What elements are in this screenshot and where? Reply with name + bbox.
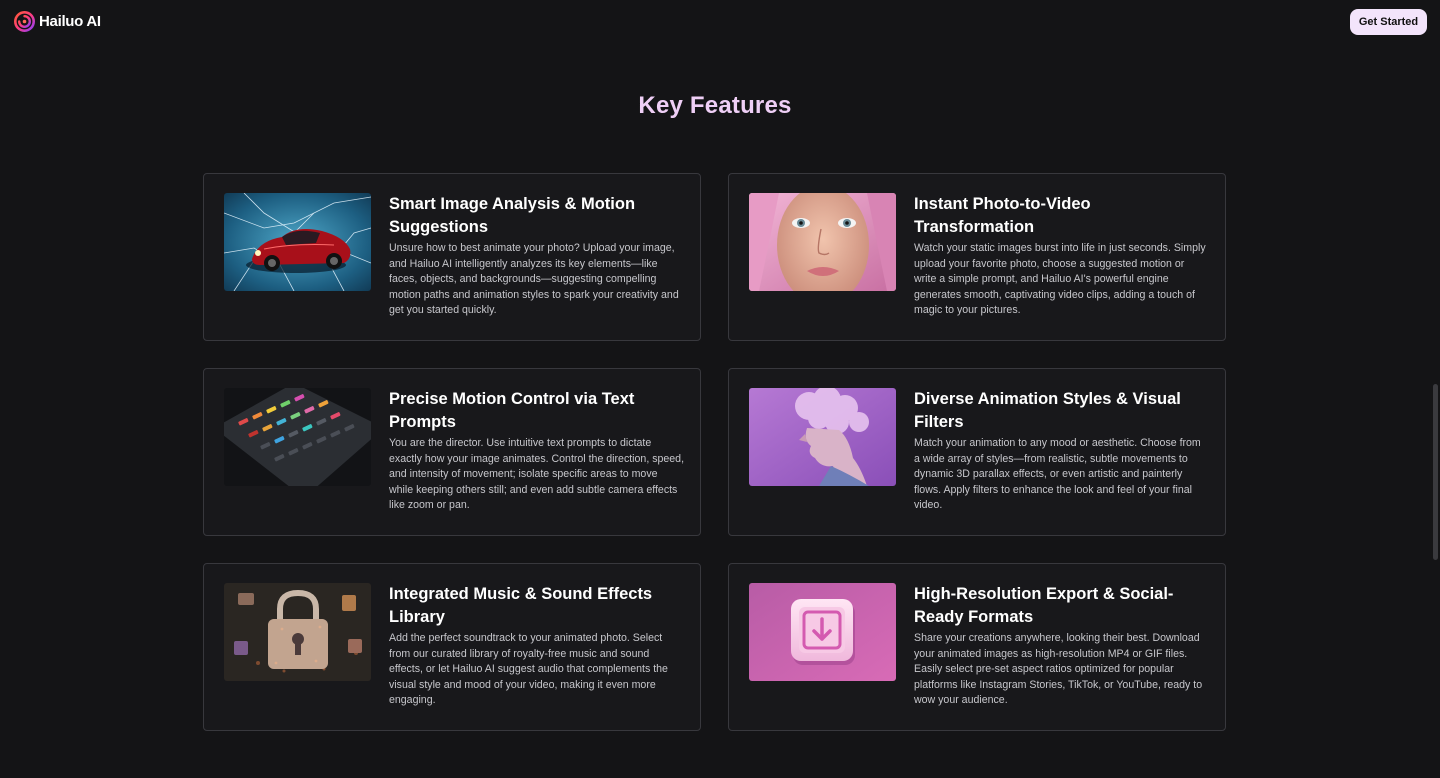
feature-title: Smart Image Analysis & Motion Suggestion… <box>389 195 636 236</box>
feature-image-download-icon <box>749 583 896 681</box>
brand-logo-link[interactable]: Hailuo AI <box>14 11 101 32</box>
feature-title: High-Resolution Export & Social-Ready Fo… <box>914 585 1174 626</box>
feature-image-red-car <box>224 193 371 291</box>
feature-image-padlock <box>224 583 371 681</box>
feature-card-photo-to-video: Instant Photo-to-Video Transformation Wa… <box>728 173 1226 341</box>
page-scrollbar-thumb[interactable] <box>1433 384 1438 560</box>
feature-card-smart-analysis: Smart Image Analysis & Motion Suggestion… <box>203 173 701 341</box>
hailuo-swirl-logo-icon <box>14 11 35 32</box>
feature-description: Add the perfect soundtrack to your anima… <box>389 632 668 707</box>
logo-text: Hailuo AI <box>39 13 101 30</box>
feature-card-export-formats: High-Resolution Export & Social-Ready Fo… <box>728 563 1226 731</box>
feature-description: Watch your static images burst into life… <box>914 242 1206 317</box>
padlock-image <box>224 583 371 681</box>
feature-title: Integrated Music & Sound Effects Library <box>389 585 653 626</box>
download-arrow-icon <box>749 583 896 681</box>
feature-card-motion-control: Precise Motion Control via Text Prompts … <box>203 368 701 536</box>
feature-title: Precise Motion Control via Text Prompts <box>389 390 635 431</box>
feature-description: Match your animation to any mood or aest… <box>914 437 1201 512</box>
feature-title: Instant Photo-to-Video Transformation <box>914 195 1091 236</box>
get-started-button[interactable]: Get Started <box>1350 9 1427 35</box>
feature-image-portrait-pink-hair <box>749 193 896 291</box>
control-panel-image <box>224 388 371 486</box>
feature-image-control-panel <box>224 388 371 486</box>
portrait-image <box>749 193 896 291</box>
red-car-image <box>224 193 371 291</box>
feature-title: Diverse Animation Styles & Visual Filter… <box>914 390 1181 431</box>
feature-description: Unsure how to best animate your photo? U… <box>389 242 679 317</box>
section-title: Key Features <box>638 92 792 119</box>
feature-description: You are the director. Use intuitive text… <box>389 437 685 512</box>
feature-image-profile-clouds <box>749 388 896 486</box>
feature-description: Share your creations anywhere, looking t… <box>914 632 1203 707</box>
feature-card-music-library: Integrated Music & Sound Effects Library… <box>203 563 701 731</box>
top-nav: Hailuo AI Get Started <box>0 0 1440 44</box>
profile-clouds-image <box>749 388 896 486</box>
feature-card-animation-styles: Diverse Animation Styles & Visual Filter… <box>728 368 1226 536</box>
